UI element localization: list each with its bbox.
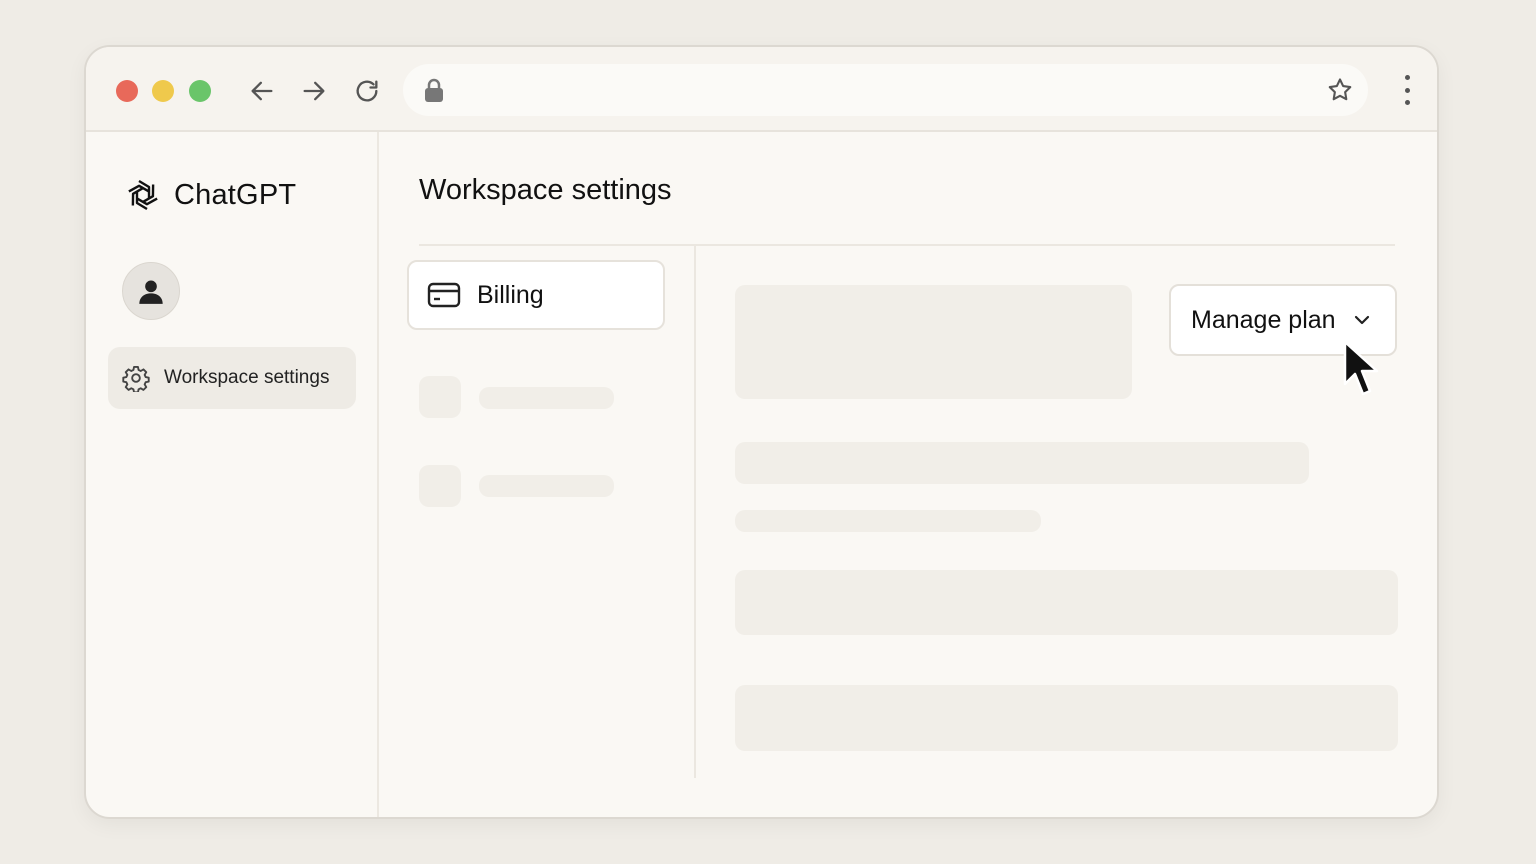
back-button[interactable] — [246, 75, 278, 107]
address-bar[interactable] — [403, 64, 1368, 116]
placeholder-bar — [735, 685, 1398, 751]
arrow-left-icon — [251, 81, 273, 101]
brand-name: ChatGPT — [174, 178, 297, 211]
divider — [419, 244, 1395, 246]
kebab-menu-icon[interactable] — [1403, 75, 1411, 105]
maximize-window-button[interactable] — [189, 80, 211, 102]
browser-window: ChatGPT Workspace settings Workspace set… — [84, 45, 1439, 819]
openai-logo-icon — [128, 179, 158, 211]
avatar[interactable] — [122, 262, 180, 320]
reload-icon — [356, 80, 378, 102]
placeholder-icon — [419, 465, 461, 507]
placeholder-bar — [735, 442, 1309, 484]
placeholder-text — [479, 475, 614, 497]
user-icon — [139, 280, 163, 304]
placeholder-text — [479, 387, 614, 409]
forward-button[interactable] — [298, 75, 330, 107]
mouse-cursor-icon — [1343, 340, 1379, 396]
main-content: Workspace settings Billing Manage plan — [379, 132, 1437, 817]
chevron-down-icon — [1354, 315, 1369, 325]
browser-toolbar — [86, 47, 1437, 132]
page-title: Workspace settings — [419, 174, 672, 206]
minimize-window-button[interactable] — [152, 80, 174, 102]
placeholder-card — [735, 285, 1132, 399]
tab-billing[interactable]: Billing — [407, 260, 665, 330]
reload-button[interactable] — [351, 75, 383, 107]
placeholder-icon — [419, 376, 461, 418]
gear-icon — [122, 365, 150, 392]
sidebar-item-workspace-settings[interactable]: Workspace settings — [108, 347, 356, 409]
credit-card-icon — [427, 282, 461, 308]
manage-plan-label: Manage plan — [1191, 305, 1336, 334]
arrow-right-icon — [303, 81, 325, 101]
sidebar-item-label: Workspace settings — [164, 367, 330, 388]
divider — [694, 246, 696, 778]
tab-label: Billing — [477, 280, 544, 309]
star-icon[interactable] — [1326, 76, 1354, 104]
sidebar: ChatGPT Workspace settings — [86, 132, 379, 817]
brand[interactable]: ChatGPT — [122, 174, 296, 216]
placeholder-bar — [735, 510, 1041, 532]
close-window-button[interactable] — [116, 80, 138, 102]
lock-icon — [425, 78, 443, 102]
placeholder-bar — [735, 570, 1398, 635]
